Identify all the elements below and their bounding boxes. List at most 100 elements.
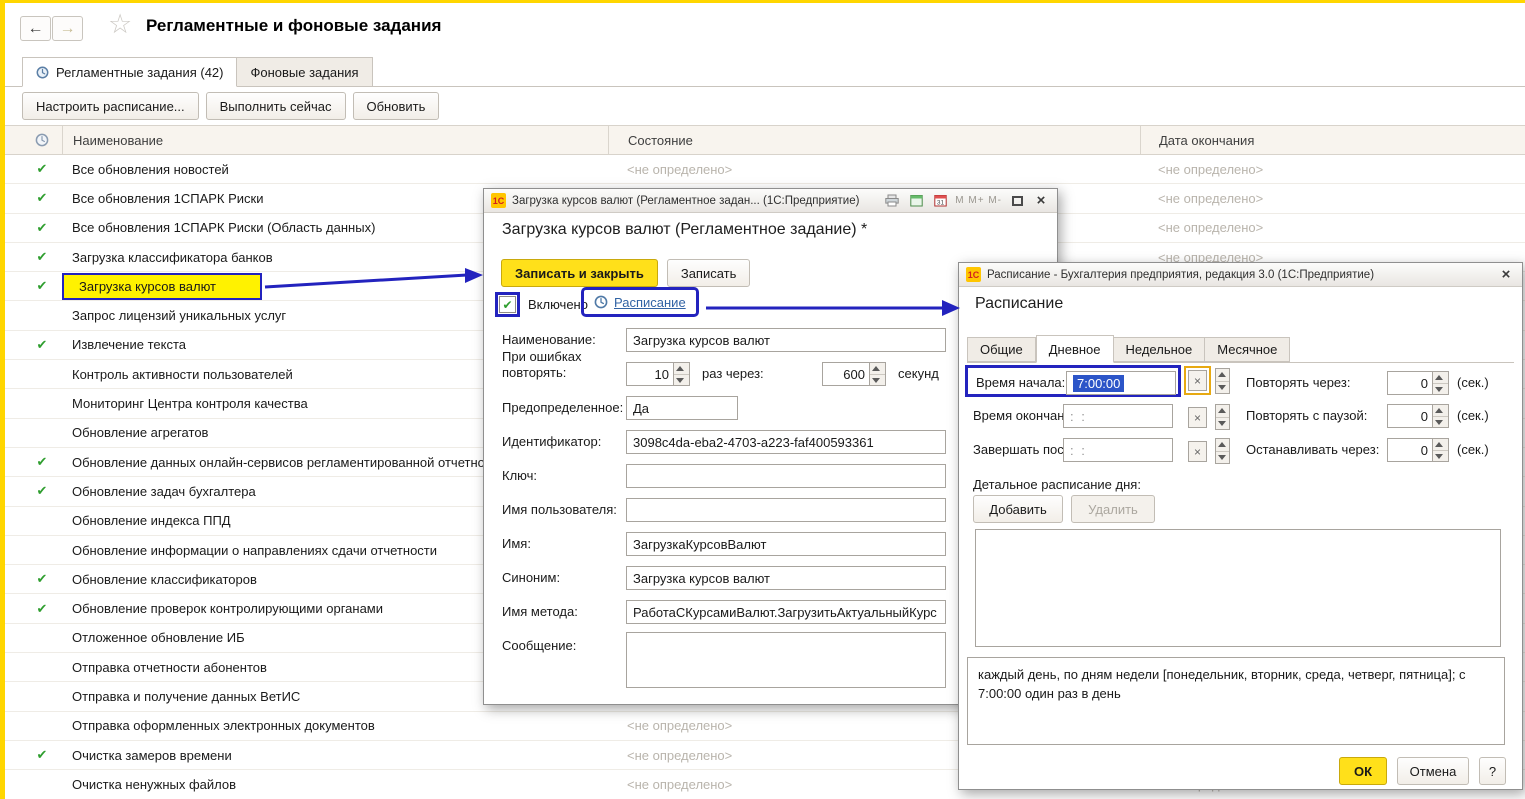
enabled-check-icon: ✔ bbox=[22, 747, 62, 763]
job-dialog-titlebar[interactable]: 1С Загрузка курсов валют (Регламентное з… bbox=[484, 189, 1057, 213]
predefined-value: Да bbox=[633, 401, 649, 416]
end-time-spinner[interactable] bbox=[1215, 404, 1230, 430]
forward-button[interactable]: → bbox=[52, 16, 83, 41]
end-time-input[interactable]: : : bbox=[1063, 404, 1173, 428]
key-label: Ключ: bbox=[502, 468, 537, 483]
clock-icon bbox=[594, 295, 608, 309]
restore-window-icon[interactable] bbox=[1008, 192, 1026, 210]
schedule-dialog-window-title: Расписание - Бухгалтерия предприятия, ре… bbox=[987, 269, 1491, 281]
column-header-name[interactable]: Наименование bbox=[62, 126, 608, 154]
back-button[interactable]: ← bbox=[20, 16, 51, 41]
check-icon: ✔ bbox=[502, 298, 512, 312]
pause-value: 0 bbox=[1421, 409, 1428, 424]
memory-buttons[interactable]: М М+ М- bbox=[955, 195, 1002, 206]
refresh-button[interactable]: Обновить bbox=[353, 92, 440, 120]
stop-sec-label: (сек.) bbox=[1457, 442, 1489, 457]
start-time-input[interactable]: 7:00:00 bbox=[1066, 371, 1176, 395]
job-state-cell: <не определено> bbox=[608, 162, 1140, 177]
tab-daily[interactable]: Дневное bbox=[1036, 335, 1114, 363]
predefined-input[interactable]: Да bbox=[626, 396, 738, 420]
identifier-input[interactable]: 3098c4da-eba2-4703-a223-faf400593361 bbox=[626, 430, 946, 454]
key-input[interactable] bbox=[626, 464, 946, 488]
stop-after-input[interactable]: 0 bbox=[1387, 438, 1449, 462]
pause-spinner[interactable] bbox=[1432, 405, 1448, 427]
job-end-date-cell: <не определено> bbox=[1140, 220, 1525, 235]
finish-after-clear-button[interactable]: × bbox=[1188, 441, 1207, 462]
retry-suffix-label: секунд bbox=[898, 366, 939, 381]
repeat-label: Повторять через: bbox=[1246, 375, 1350, 390]
sysname-input[interactable]: ЗагрузкаКурсовВалют bbox=[626, 532, 946, 556]
left-accent-bar bbox=[0, 0, 5, 799]
start-time-spinner[interactable] bbox=[1215, 368, 1230, 394]
message-textarea[interactable] bbox=[626, 632, 946, 688]
identifier-label: Идентификатор: bbox=[502, 434, 601, 449]
1c-logo-icon: 1С bbox=[491, 193, 506, 208]
svg-text:31: 31 bbox=[937, 200, 945, 207]
finish-after-input[interactable]: : : bbox=[1063, 438, 1173, 462]
tab-weekly[interactable]: Недельное bbox=[1114, 337, 1206, 362]
retry-mid-label: раз через: bbox=[702, 366, 764, 381]
add-button[interactable]: Добавить bbox=[973, 495, 1063, 523]
help-button[interactable]: ? bbox=[1479, 757, 1506, 785]
schedule-link[interactable]: Расписание bbox=[614, 295, 686, 310]
delete-button[interactable]: Удалить bbox=[1071, 495, 1155, 523]
name-value: Загрузка курсов валют bbox=[633, 333, 770, 348]
save-button[interactable]: Записать bbox=[667, 259, 751, 287]
tab-background-jobs[interactable]: Фоновые задания bbox=[237, 57, 372, 87]
repeat-input[interactable]: 0 bbox=[1387, 371, 1449, 395]
retry-count-input[interactable]: 10 bbox=[626, 362, 690, 386]
finish-after-spinner[interactable] bbox=[1215, 438, 1230, 464]
start-time-clear-button[interactable]: × bbox=[1188, 370, 1207, 391]
username-input[interactable] bbox=[626, 498, 946, 522]
enabled-label: Включено bbox=[528, 297, 588, 312]
calendar-icon[interactable] bbox=[907, 192, 925, 210]
tab-monthly[interactable]: Месячное bbox=[1205, 337, 1290, 362]
retry-count-value: 10 bbox=[655, 367, 669, 382]
print-icon[interactable] bbox=[883, 192, 901, 210]
enabled-checkbox-annotation: ✔ bbox=[495, 292, 520, 317]
method-label: Имя метода: bbox=[502, 604, 578, 619]
tab-common[interactable]: Общие bbox=[967, 337, 1036, 362]
enabled-checkbox[interactable]: ✔ bbox=[499, 296, 516, 313]
calendar-31-icon[interactable]: 31 bbox=[931, 192, 949, 210]
tab-background-label: Фоновые задания bbox=[250, 65, 358, 80]
retry-interval-input[interactable]: 600 bbox=[822, 362, 886, 386]
close-window-icon[interactable]: × bbox=[1497, 266, 1515, 284]
job-name-cell: Очистка замеров времени bbox=[62, 748, 608, 763]
end-time-clear-button[interactable]: × bbox=[1188, 407, 1207, 428]
run-now-button[interactable]: Выполнить сейчас bbox=[206, 92, 346, 120]
daily-schedule-list[interactable] bbox=[975, 529, 1501, 647]
table-row[interactable]: ✔Все обновления новостей<не определено><… bbox=[5, 155, 1525, 184]
synonym-label: Синоним: bbox=[502, 570, 560, 585]
retry-interval-spinner[interactable] bbox=[869, 363, 885, 385]
app-name-suffix: (1С:Предприятие) bbox=[763, 195, 859, 207]
enabled-check-icon: ✔ bbox=[22, 220, 62, 236]
configure-schedule-button[interactable]: Настроить расписание... bbox=[22, 92, 199, 120]
highlighted-job-row[interactable]: Загрузка курсов валют bbox=[62, 273, 262, 300]
ok-button[interactable]: ОК bbox=[1339, 757, 1387, 785]
pause-label: Повторять с паузой: bbox=[1246, 408, 1367, 423]
enabled-check-icon: ✔ bbox=[22, 571, 62, 587]
pause-input[interactable]: 0 bbox=[1387, 404, 1449, 428]
name-input[interactable]: Загрузка курсов валют bbox=[626, 328, 946, 352]
favorites-star-icon[interactable]: ☆ bbox=[108, 9, 132, 40]
job-end-date-cell: <не определено> bbox=[1140, 162, 1525, 177]
schedule-dialog: 1С Расписание - Бухгалтерия предприятия,… bbox=[958, 262, 1523, 790]
method-input[interactable]: РаботаСКурсамиВалют.ЗагрузитьАктуальныйК… bbox=[626, 600, 946, 624]
tab-scheduled-label: Регламентные задания (42) bbox=[56, 65, 223, 80]
stop-after-spinner[interactable] bbox=[1432, 439, 1448, 461]
cancel-button[interactable]: Отмена bbox=[1397, 757, 1469, 785]
column-header-end-date[interactable]: Дата окончания bbox=[1140, 126, 1525, 154]
save-and-close-button[interactable]: Записать и закрыть bbox=[501, 259, 658, 287]
synonym-input[interactable]: Загрузка курсов валют bbox=[626, 566, 946, 590]
close-window-icon[interactable]: × bbox=[1032, 192, 1050, 210]
retry-count-spinner[interactable] bbox=[673, 363, 689, 385]
schedule-dialog-titlebar[interactable]: 1С Расписание - Бухгалтерия предприятия,… bbox=[959, 263, 1522, 287]
tab-scheduled-jobs[interactable]: Регламентные задания (42) bbox=[22, 57, 237, 87]
job-dialog-title: Загрузка курсов валют (Регламентное зада… bbox=[502, 221, 867, 239]
column-header-state[interactable]: Состояние bbox=[608, 126, 1140, 154]
clear-button-annotation: × bbox=[1184, 366, 1211, 395]
status-column-clock-icon[interactable] bbox=[22, 133, 62, 147]
repeat-spinner[interactable] bbox=[1432, 372, 1448, 394]
enabled-check-icon: ✔ bbox=[22, 601, 62, 617]
